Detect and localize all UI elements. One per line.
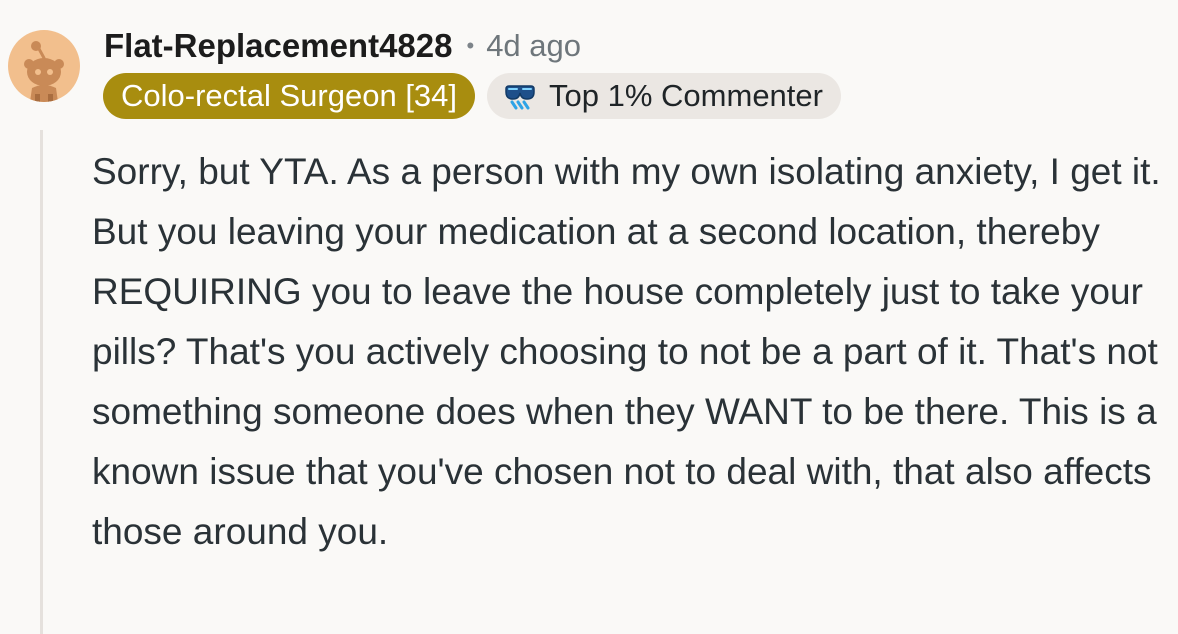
achievement-flair-label: Top 1% Commenter: [549, 78, 823, 113]
meta-separator: •: [466, 33, 475, 58]
comment-body: Sorry, but YTA. As a person with my own …: [92, 151, 1161, 552]
flair-row: Colo-rectal Surgeon [34] Top 1% Commente…: [103, 73, 841, 119]
author-username[interactable]: Flat-Replacement4828: [104, 27, 452, 65]
comment-header: Flat-Replacement4828 • 4d ago: [104, 24, 581, 68]
achievement-flair[interactable]: Top 1% Commenter: [487, 73, 841, 119]
sunglasses-badge-icon: [503, 81, 537, 111]
user-flair-label: Colo-rectal Surgeon [34]: [121, 78, 458, 113]
comment-timestamp[interactable]: 4d ago: [486, 28, 581, 64]
snoo-avatar-icon: [24, 41, 64, 102]
avatar[interactable]: [8, 30, 80, 102]
user-flair: Colo-rectal Surgeon [34]: [103, 73, 476, 119]
thread-line[interactable]: [40, 130, 43, 634]
